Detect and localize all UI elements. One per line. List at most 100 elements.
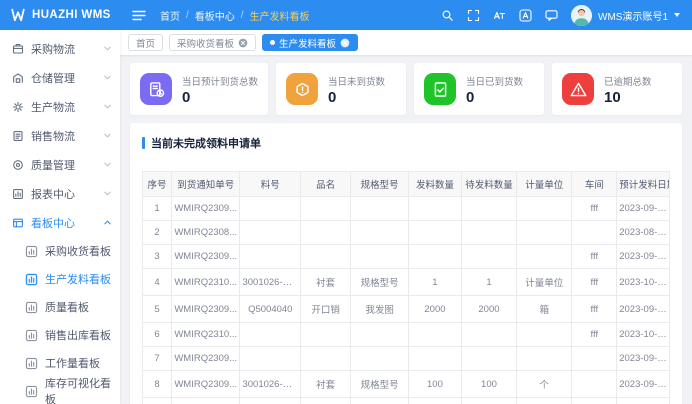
sidebar-subitem-production-issue-board[interactable]: 生产发料看板 [0,265,120,293]
table-cell: 2023-09-05 [617,197,670,221]
table-cell: 100 [409,371,462,398]
sidebar-item-purchase-logistics[interactable]: 采购物流 [0,34,120,63]
sidebar-item-label: 报表中心 [31,186,75,202]
breadcrumb-item-home[interactable]: 首页 [160,8,180,23]
stat-card-meta: 当日已到货数0 [466,74,523,105]
sidebar-item-production-logistics[interactable]: 生产物流 [0,92,120,121]
table-cell: 2023-09-05 [617,347,670,371]
table-cell: 3001026-Q3... [240,371,301,398]
table-cell [461,245,516,269]
tab-home[interactable]: 首页 [128,34,163,51]
sidebar-item-sales-logistics[interactable]: 销售物流 [0,121,120,150]
table-cell: 衬套 [301,371,351,398]
breadcrumb-item-kanban-center[interactable]: 看板中心 [195,8,235,23]
translate-icon[interactable] [519,9,532,22]
sidebar-item-report-center[interactable]: 报表中心 [0,179,120,208]
sidebar-item-warehouse-management[interactable]: 仓储管理 [0,63,120,92]
table-cell: 100 [461,371,516,398]
kanban-icon [12,217,24,229]
tab-label: 采购收货看板 [177,36,234,50]
sidebar-subitem-label: 生产发料看板 [45,271,111,287]
tab-purchase-receive-board[interactable]: 采购收货看板 [169,34,256,51]
table-header-row: 序号到货通知单号料号品名规格型号发料数量待发料数量计量单位车间预计发料日期 [143,172,670,197]
table-row: 9WMIRQ2309...3001026-Q3...衬套规格型号100100个2… [143,398,670,404]
main-area: 首页采购收货看板生产发料看板 当日预计到货总数0当日未到货数0当日已到货数0已逾… [120,30,692,404]
table-cell: 4 [143,269,172,296]
table-cell: fff [572,245,617,269]
mini-chart-icon [25,301,38,314]
table-cell: 1 [143,197,172,221]
table-cell: 8 [143,371,172,398]
column-header: 预计发料日期 [617,172,670,197]
table-cell [240,245,301,269]
sidebar: 采购物流仓储管理生产物流销售物流质量管理报表中心看板中心采购收货看板生产发料看板… [0,30,120,404]
breadcrumb-item-production-issue-board: 生产发料看板 [250,8,310,23]
table-cell [351,197,409,221]
column-header: 规格型号 [351,172,409,197]
pending-material-table: 序号到货通知单号料号品名规格型号发料数量待发料数量计量单位车间预计发料日期1WM… [142,171,670,404]
table-cell: WMIRQ2309... [171,398,240,404]
table-cell: fff [572,323,617,347]
sidebar-item-kanban-center[interactable]: 看板中心 [0,208,120,237]
table-cell [351,245,409,269]
tab-production-issue-board[interactable]: 生产发料看板 [262,34,358,51]
table-cell [572,398,617,404]
search-icon[interactable] [441,9,454,22]
not-arrived-icon [286,73,318,105]
tab-close-icon[interactable] [340,38,350,48]
table-cell [301,347,351,371]
chevron-down-icon [103,160,112,169]
sidebar-item-quality-management[interactable]: 质量管理 [0,150,120,179]
sidebar-subitem-workload-board[interactable]: 工作量看板 [0,349,120,377]
stat-card-not-arrived: 当日未到货数0 [276,63,406,115]
font-size-icon[interactable] [493,9,506,22]
tab-close-icon[interactable] [238,38,248,48]
table-cell [409,245,462,269]
table-cell: 100 [409,398,462,404]
table-row: 4WMIRQ2310...3001026-Q3...衬套规格型号11计量单位ff… [143,269,670,296]
table-cell: 1 [461,269,516,296]
table-cell: WMIRQ2309... [171,197,240,221]
table-cell [461,221,516,245]
table-cell [240,347,301,371]
fullscreen-icon[interactable] [467,9,480,22]
stat-cards: 当日预计到货总数0当日未到货数0当日已到货数0已逾期总数10 [130,63,682,115]
table-cell [301,323,351,347]
table-cell [461,347,516,371]
table-cell [517,323,572,347]
table-cell [240,221,301,245]
table-cell: WMIRQ2309... [171,371,240,398]
content: 当日预计到货总数0当日未到货数0当日已到货数0已逾期总数10 当前未完成领料申请… [120,55,692,404]
sidebar-subitem-quality-board[interactable]: 质量看板 [0,293,120,321]
sidebar-collapse-icon[interactable] [132,9,146,22]
table-cell [351,221,409,245]
message-icon[interactable] [545,9,558,22]
table-cell: 9 [143,398,172,404]
table-row: 7WMIRQ2309...2023-09-05 [143,347,670,371]
table-cell: fff [572,296,617,323]
caret-down-icon [674,13,680,17]
chevron-down-icon [103,102,112,111]
sidebar-subitem-label: 质量看板 [45,299,89,315]
stat-card-meta: 当日未到货数0 [328,74,385,105]
table-row: 6WMIRQ2310...fff2023-10-12 [143,323,670,347]
mini-chart-icon [25,357,38,370]
table-cell: 7 [143,347,172,371]
table-cell: fff [572,197,617,221]
sidebar-subitem-inventory-visual-board[interactable]: 库存可视化看板 [0,377,120,404]
purchase-icon [12,43,24,55]
breadcrumb-separator: / [186,10,189,21]
sidebar-item-label: 采购物流 [31,41,75,57]
sidebar-subitem-purchase-receive-board[interactable]: 采购收货看板 [0,237,120,265]
table-row: 2WMIRQ2308...2023-08-25 [143,221,670,245]
column-header: 品名 [301,172,351,197]
table-cell [461,323,516,347]
table-cell: 个 [517,398,572,404]
table-cell [409,323,462,347]
table-cell: WMIRQ2309... [171,245,240,269]
user-menu[interactable]: WMS演示账号1 [571,5,680,26]
table-cell: 1 [409,269,462,296]
sidebar-subitem-sales-outbound-board[interactable]: 销售出库看板 [0,321,120,349]
table-row: 5WMIRQ2309...Q5004040开口销我发图20002000箱fff2… [143,296,670,323]
table-row: 8WMIRQ2309...3001026-Q3...衬套规格型号100100个2… [143,371,670,398]
